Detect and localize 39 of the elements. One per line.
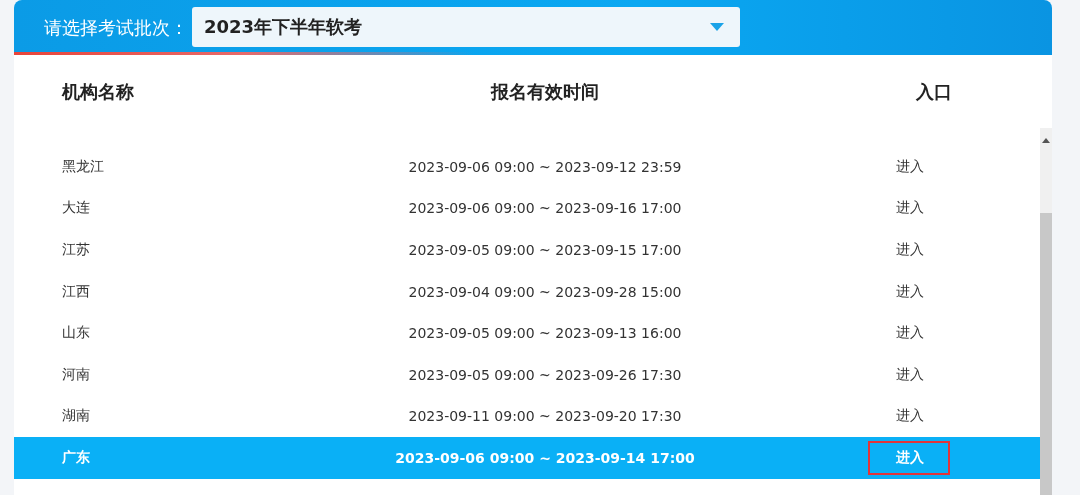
table-cell-text: 山东 bbox=[61, 324, 91, 343]
table-row[interactable]: 江苏 2023-09-05 09:00 ~ 2023-09-15 17:00 进入 bbox=[14, 229, 1040, 271]
batch-label: 请选择考试批次： bbox=[44, 15, 188, 40]
column-header: 机构名称 bbox=[60, 79, 135, 104]
table-cell-text: 2023-09-06 09:00 ~ 2023-09-16 17:00 bbox=[407, 200, 683, 217]
column-header: 入口 bbox=[915, 79, 953, 104]
scroll-thumb[interactable] bbox=[1040, 213, 1052, 495]
scrollbar[interactable] bbox=[1040, 128, 1052, 495]
enter-link[interactable]: 进入 bbox=[868, 399, 950, 434]
table-cell-text: 大连 bbox=[61, 199, 91, 218]
table-cell-text: 河南 bbox=[61, 365, 91, 384]
enter-link[interactable]: 进入 bbox=[868, 233, 950, 267]
table-cell-text: 2023-09-05 09:00 ~ 2023-09-13 16:00 bbox=[407, 325, 683, 342]
table-cell-text: 2023-09-06 09:00 ~ 2023-09-12 23:59 bbox=[407, 158, 683, 175]
table-row[interactable]: 山东 2023-09-05 09:00 ~ 2023-09-13 16:00 进入 bbox=[14, 312, 1040, 354]
enter-link[interactable]: 进入 bbox=[868, 191, 950, 226]
enter-link[interactable]: 进入 bbox=[868, 149, 950, 184]
table-row[interactable]: 黑龙江 2023-09-06 09:00 ~ 2023-09-12 23:59 进入 bbox=[14, 146, 1040, 188]
table-row[interactable]: 大连 2023-09-06 09:00 ~ 2023-09-16 17:00 进入 bbox=[14, 187, 1040, 230]
table-cell-text: 2023-09-06 09:00 ~ 2023-09-14 17:00 bbox=[394, 449, 696, 466]
batch-dropdown[interactable]: 2023年下半年软考 bbox=[192, 6, 740, 47]
table-cell-text: 江西 bbox=[61, 282, 91, 301]
scroll-up-icon[interactable] bbox=[1042, 138, 1050, 143]
caret-icon bbox=[710, 22, 724, 31]
enter-link[interactable]: 进入 bbox=[868, 274, 950, 309]
table-cell-text: 江苏 bbox=[61, 241, 91, 259]
table-cell-text: 2023-09-04 09:00 ~ 2023-09-28 15:00 bbox=[407, 283, 683, 300]
table-row[interactable]: 湖南 2023-09-11 09:00 ~ 2023-09-20 17:30 进入 bbox=[14, 395, 1040, 438]
enter-link[interactable]: 进入 bbox=[868, 357, 950, 392]
table-cell-text: 2023-09-05 09:00 ~ 2023-09-26 17:30 bbox=[407, 366, 683, 383]
table-cell-text: 湖南 bbox=[61, 407, 91, 426]
table-row[interactable]: 河南 2023-09-05 09:00 ~ 2023-09-26 17:30 进入 bbox=[14, 353, 1040, 396]
table-cell-text: 2023-09-05 09:00 ~ 2023-09-15 17:00 bbox=[407, 242, 683, 258]
table-cell-text: 2023-09-11 09:00 ~ 2023-09-20 17:30 bbox=[407, 408, 683, 425]
enter-link[interactable]: 进入 bbox=[868, 316, 950, 351]
column-header: 报名有效时间 bbox=[489, 79, 600, 104]
table-row[interactable]: 江西 2023-09-04 09:00 ~ 2023-09-28 15:00 进入 bbox=[14, 270, 1040, 313]
table-cell-text: 广东 bbox=[61, 448, 91, 467]
table-cell-text: 黑龙江 bbox=[61, 157, 105, 176]
